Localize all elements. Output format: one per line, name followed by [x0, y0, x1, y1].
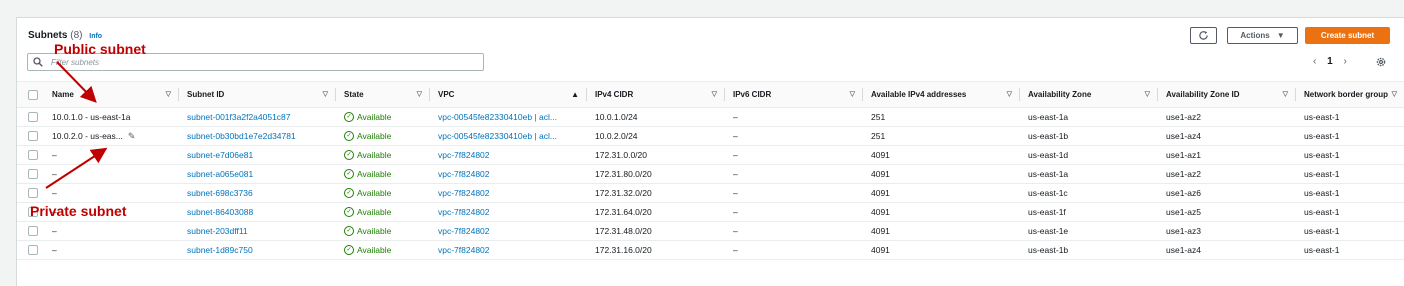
public-subnet-arrow	[56, 61, 97, 103]
annotation-arrows	[45, 61, 108, 189]
private-subnet-arrow	[45, 147, 108, 189]
public-subnet-annotation: Public subnet	[54, 41, 146, 57]
private-subnet-annotation: Private subnet	[30, 203, 127, 219]
